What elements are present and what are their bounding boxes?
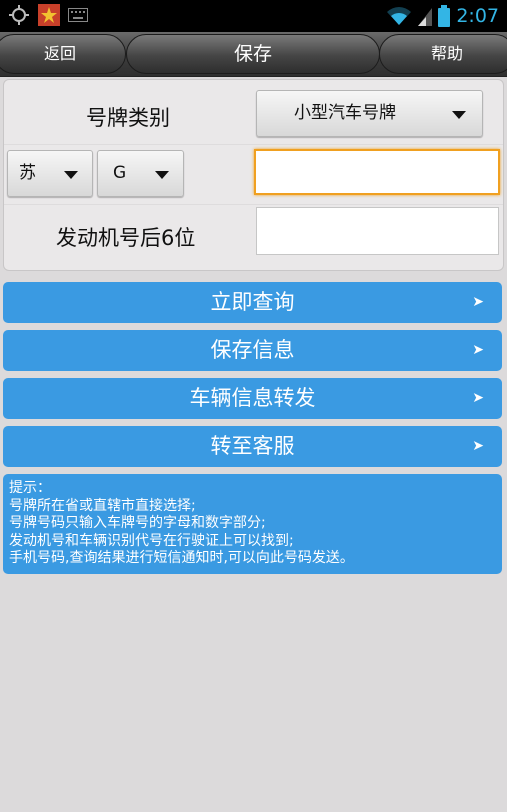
tip-line: 发动机号和车辆识别代号在行驶证上可以找到; bbox=[9, 532, 294, 549]
target-icon bbox=[9, 5, 29, 25]
plate-type-dropdown[interactable]: 小型汽车号牌 bbox=[256, 90, 483, 137]
customer-service-label: 转至客服 bbox=[210, 434, 295, 458]
query-now-button[interactable]: 立即查询 ➤ bbox=[3, 282, 502, 323]
province-value: 苏 bbox=[19, 163, 36, 183]
tip-line: 号牌所在省或直辖市直接选择; bbox=[9, 497, 196, 514]
back-button[interactable]: 返回 bbox=[0, 34, 126, 74]
tips-box: 提示： 号牌所在省或直辖市直接选择; 号牌号码只输入车牌号的字母和数字部分; 发… bbox=[3, 474, 502, 574]
app-star-icon bbox=[38, 4, 60, 26]
battery-icon bbox=[438, 5, 451, 27]
engine-number-input[interactable] bbox=[256, 207, 499, 255]
save-title-button[interactable]: 保存 bbox=[126, 34, 380, 74]
signal-icon bbox=[418, 8, 433, 26]
vehicle-form: 号牌类别 小型汽车号牌 苏 G 发动机号后6位 bbox=[3, 79, 504, 271]
chevron-down-icon bbox=[64, 171, 78, 179]
chevron-right-icon: ➤ bbox=[472, 294, 484, 310]
chevron-down-icon bbox=[452, 111, 466, 119]
query-now-label: 立即查询 bbox=[210, 290, 295, 314]
plate-type-label: 号牌类别 bbox=[86, 106, 170, 130]
chevron-right-icon: ➤ bbox=[472, 390, 484, 406]
city-letter-dropdown[interactable]: G bbox=[97, 150, 184, 197]
tip-line: 手机号码,查询结果进行短信通知时,可以向此号码发送。 bbox=[9, 550, 354, 566]
chevron-right-icon: ➤ bbox=[472, 438, 484, 454]
customer-service-button[interactable]: 转至客服 ➤ bbox=[3, 426, 502, 467]
plate-number-input[interactable] bbox=[254, 149, 500, 195]
plate-type-value: 小型汽车号牌 bbox=[294, 103, 396, 123]
divider bbox=[4, 144, 503, 145]
tip-line: 号牌号码只输入车牌号的字母和数字部分; bbox=[9, 515, 266, 531]
chevron-down-icon bbox=[155, 171, 169, 179]
help-button[interactable]: 帮助 bbox=[379, 34, 507, 74]
keyboard-icon bbox=[68, 8, 88, 22]
tips-title: 提示： bbox=[9, 480, 51, 496]
city-letter-value: G bbox=[113, 163, 127, 183]
province-dropdown[interactable]: 苏 bbox=[7, 150, 93, 197]
forward-vehicle-info-label: 车辆信息转发 bbox=[189, 386, 316, 410]
chevron-right-icon: ➤ bbox=[472, 342, 484, 358]
top-toolbar: 返回 保存 帮助 bbox=[0, 32, 507, 77]
forward-vehicle-info-button[interactable]: 车辆信息转发 ➤ bbox=[3, 378, 502, 419]
divider bbox=[4, 204, 503, 205]
clock-time: 2:07 bbox=[456, 5, 499, 27]
save-info-button[interactable]: 保存信息 ➤ bbox=[3, 330, 502, 371]
engine-number-label: 发动机号后6位 bbox=[56, 226, 196, 250]
status-bar: 2:07 bbox=[0, 0, 507, 32]
save-info-label: 保存信息 bbox=[210, 338, 295, 362]
wifi-icon bbox=[387, 7, 412, 25]
